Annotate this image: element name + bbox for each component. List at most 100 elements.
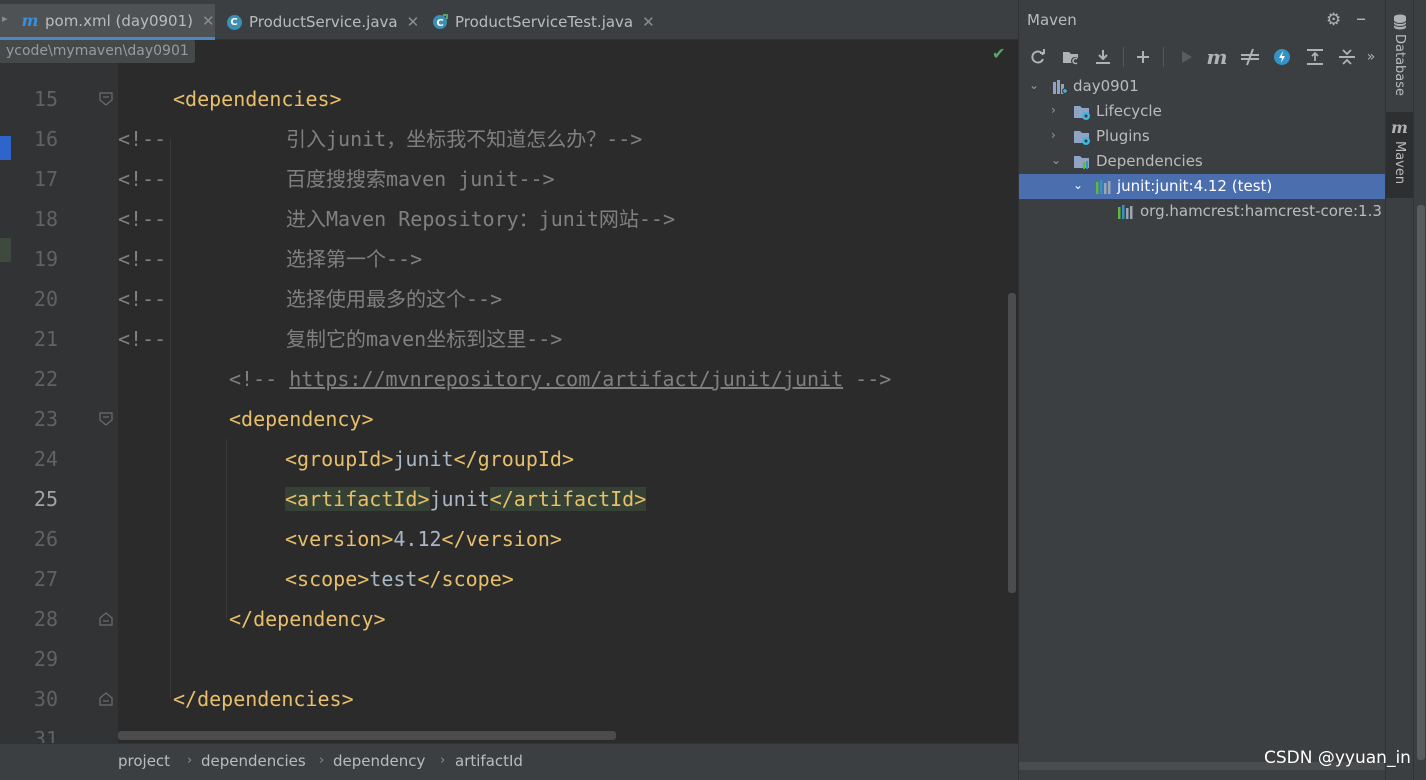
code-line-27: <scope>test</scope> <box>285 567 514 591</box>
line-number: 19 <box>33 247 58 271</box>
line-number: 15 <box>33 87 58 111</box>
close-icon[interactable]: ✕ <box>642 13 655 31</box>
generate-sources-icon[interactable] <box>1060 46 1082 68</box>
code-line-24: <groupId>junit</groupId> <box>285 447 575 471</box>
tab-pom-xml[interactable]: m pom.xml (day0901) ✕ <box>0 4 215 40</box>
line-number: 27 <box>33 567 58 591</box>
code-line-16: <!-- <box>118 127 167 151</box>
line-number: 30 <box>33 687 58 711</box>
code-line-19: <!-- <box>118 247 167 271</box>
close-icon[interactable]: ✕ <box>407 13 420 31</box>
code-line-18-text: 进入Maven Repository：junit网站--> <box>286 207 675 231</box>
code-line-26: <version>4.12</version> <box>285 527 562 551</box>
chevron-down-icon[interactable]: ⌄ <box>1073 178 1085 192</box>
maven-header: Maven ⚙ – <box>1019 0 1386 40</box>
database-icon <box>1393 14 1406 30</box>
indent-guide <box>226 439 227 619</box>
tab-scroll-arrow-icon[interactable]: ▸ <box>2 12 8 25</box>
line-number-current: 25 <box>33 487 58 511</box>
editor-vertical-scrollbar[interactable] <box>1006 63 1018 743</box>
side-tab-label: Maven <box>1392 141 1407 185</box>
line-number: 24 <box>33 447 58 471</box>
gear-icon[interactable]: ⚙ <box>1326 10 1341 30</box>
tree-label: Dependencies <box>1096 152 1203 170</box>
panel-title: Maven <box>1027 11 1077 29</box>
chevron-right-icon: › <box>187 753 193 768</box>
tree-item-junit[interactable]: ⌄ junit:junit:4.12 (test) <box>1019 174 1386 199</box>
reload-icon[interactable] <box>1027 46 1049 68</box>
maven-project-icon <box>1053 80 1068 94</box>
tree-label: junit:junit:4.12 (test) <box>1117 177 1273 195</box>
fold-open-icon[interactable] <box>98 91 114 107</box>
tree-item-project[interactable]: ⌄ day0901 <box>1019 74 1386 99</box>
toolbar-separator <box>1163 47 1164 67</box>
execute-goal-icon[interactable]: m <box>1206 45 1228 69</box>
chevron-down-icon[interactable]: ⌄ <box>1029 78 1041 92</box>
breadcrumb-item[interactable]: project <box>118 752 170 770</box>
tab-maven[interactable]: m Maven <box>1386 112 1413 198</box>
tree-label: day0901 <box>1073 77 1139 95</box>
skip-tests-icon[interactable] <box>1271 46 1293 68</box>
scrollbar-thumb[interactable] <box>1008 293 1016 593</box>
window-scrollbar[interactable] <box>1413 0 1426 780</box>
no-problems-check-icon[interactable]: ✔ <box>992 44 1005 63</box>
class-file-icon: C <box>226 14 242 30</box>
chevron-right-icon[interactable]: › <box>1051 103 1063 117</box>
file-path-tooltip: ycode\mymaven\day0901 <box>0 40 195 63</box>
scrollbar-thumb[interactable] <box>1417 205 1425 760</box>
tree-label: Lifecycle <box>1096 102 1162 120</box>
right-tool-strip: Database m Maven <box>1385 0 1413 780</box>
toggle-offline-icon[interactable] <box>1239 46 1261 68</box>
fold-close-icon[interactable] <box>98 611 114 627</box>
download-icon[interactable] <box>1092 46 1114 68</box>
more-icon[interactable]: » <box>1364 46 1378 68</box>
active-marker <box>0 136 11 160</box>
svg-text:C: C <box>436 18 443 29</box>
line-number: 28 <box>33 607 58 631</box>
chevron-down-icon[interactable]: ⌄ <box>1051 153 1063 167</box>
breadcrumb-item[interactable]: dependencies <box>201 752 306 770</box>
chevron-right-icon[interactable]: › <box>1051 128 1063 142</box>
side-tab-label: Database <box>1392 34 1407 97</box>
line-number: 20 <box>33 287 58 311</box>
minimize-icon[interactable]: – <box>1356 6 1366 30</box>
fold-open-icon[interactable] <box>98 411 114 427</box>
maven-toolbar: m » <box>1019 40 1386 73</box>
tab-label: pom.xml (day0901) <box>45 11 193 30</box>
artifactid-open-tag: <artifactId> <box>285 487 430 511</box>
repository-link[interactable]: https://mvnrepository.com/artifact/junit… <box>289 367 843 391</box>
run-icon[interactable] <box>1175 46 1197 68</box>
chevron-right-icon: › <box>319 753 325 768</box>
code-line-21: <!-- <box>118 327 167 351</box>
breadcrumb-item[interactable]: artifactId <box>455 752 523 770</box>
library-icon <box>1118 205 1133 219</box>
close-icon[interactable]: ✕ <box>202 12 215 30</box>
line-number: 23 <box>33 407 58 431</box>
line-number: 21 <box>33 327 58 351</box>
code-editor[interactable]: <dependencies> <!-- 引入junit，坐标我不知道怎么办？--… <box>118 63 1006 743</box>
code-line-20-text: 选择使用最多的这个--> <box>286 287 503 311</box>
tab-product-service-test[interactable]: C ProductServiceTest.java ✕ <box>432 4 662 40</box>
collapse-all-icon[interactable] <box>1336 46 1358 68</box>
tab-label: ProductService.java <box>249 13 398 31</box>
line-number: 16 <box>33 127 58 151</box>
tab-database[interactable]: Database <box>1386 14 1413 100</box>
code-line-16-text: 引入junit，坐标我不知道怎么办？--> <box>286 127 643 151</box>
fold-close-icon[interactable] <box>98 691 114 707</box>
tree-item-lifecycle[interactable]: › Lifecycle <box>1019 99 1386 124</box>
tree-item-hamcrest[interactable]: org.hamcrest:hamcrest-core:1.3 (t <box>1019 199 1398 224</box>
show-dependencies-icon[interactable] <box>1304 46 1326 68</box>
code-line-23: <dependency> <box>229 407 374 431</box>
breadcrumb-item[interactable]: dependency <box>333 752 425 770</box>
tree-item-plugins[interactable]: › Plugins <box>1019 124 1386 149</box>
artifactid-close-tag: </artifactId> <box>489 487 647 511</box>
tree-item-dependencies[interactable]: ⌄ Dependencies <box>1019 149 1386 174</box>
tab-label: ProductServiceTest.java <box>455 13 634 31</box>
editor-horizontal-scrollbar[interactable] <box>118 731 616 740</box>
line-number: 18 <box>33 207 58 231</box>
add-icon[interactable] <box>1132 46 1154 68</box>
code-line-17-text: 百度搜搜索maven junit--> <box>286 167 555 191</box>
chevron-right-icon: › <box>440 753 446 768</box>
code-line-25: <artifactId>junit</artifactId> <box>285 487 647 511</box>
tab-product-service[interactable]: C ProductService.java ✕ <box>226 4 422 40</box>
